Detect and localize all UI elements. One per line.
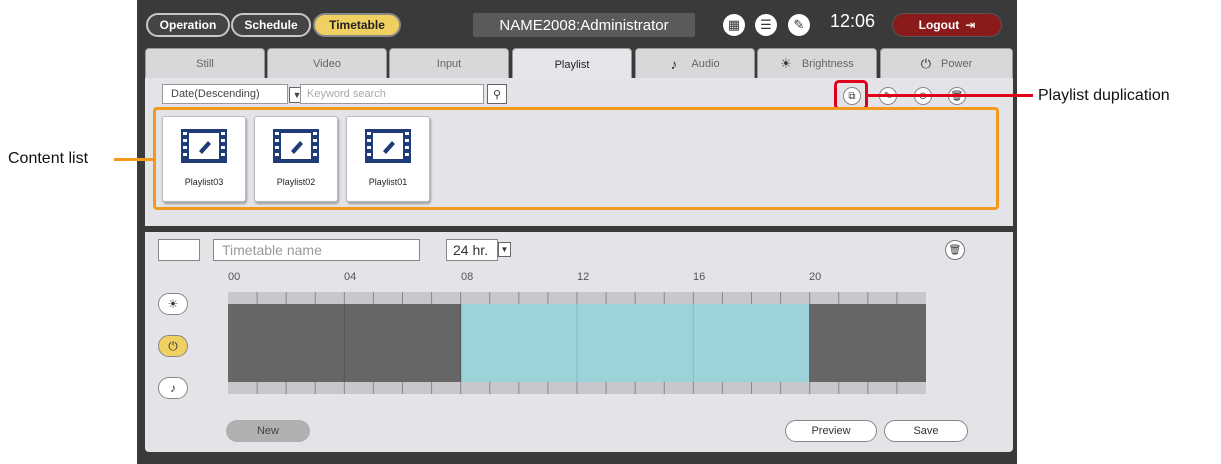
content-list-pointer [114,158,154,161]
tab-bar: Still Video Input Playlist ♪ Audio ☀ Bri… [145,48,1013,80]
note-icon: ♪ [670,55,678,72]
logout-label: Logout [918,18,960,32]
playlist-name: Playlist02 [276,177,316,187]
playlist-card[interactable]: Playlist02 [254,116,338,202]
logout-icon: ⇥ [965,18,976,32]
sun-icon: ☀ [780,55,792,71]
power-icon: ⏻ [168,338,178,353]
playlist-duplication-callout: Playlist duplication [1038,87,1170,104]
playlist-name: Playlist03 [184,177,224,187]
tab-still[interactable]: Still [145,48,265,78]
playlist-card[interactable]: Playlist01 [346,116,430,202]
timeline-active-segment [460,304,810,382]
hour-format-select[interactable]: 24 hr. [446,239,498,261]
tab-brightness[interactable]: ☀ Brightness [757,48,877,78]
duplication-pointer [868,94,1033,97]
audio-row-button[interactable]: ♪ [158,377,188,399]
sort-value: Date(Descending) [171,88,260,100]
search-icon[interactable]: ⚲ [487,84,507,104]
tab-power[interactable]: ⏻ Power [880,48,1013,78]
power-row-button[interactable]: ⏻ [158,335,188,357]
display-icon[interactable]: ▦ [723,14,745,36]
playlist-film-icon [181,129,227,163]
hour-label: 20 [809,271,822,283]
new-button[interactable]: New [226,420,310,442]
tab-audio-label: Audio [691,57,720,70]
playlist-name: Playlist01 [368,177,408,187]
timetable-name-input[interactable]: Timetable name [213,239,420,261]
preview-button[interactable]: Preview [785,420,877,442]
playlist-film-icon [365,129,411,163]
power-icon: ⏻ [920,55,932,71]
sun-icon: ☀ [167,297,179,311]
timetable-button[interactable]: Timetable [313,13,401,37]
trash-icon[interactable]: 🗑 [945,240,965,260]
save-button[interactable]: Save [884,420,968,442]
playlist-card[interactable]: Playlist03 [162,116,246,202]
timeline-inactive-segment [809,304,926,382]
hour-label: 16 [693,271,706,283]
timetable-color-box[interactable] [158,239,200,261]
hour-label: 04 [344,271,357,283]
chevron-down-icon[interactable]: ▼ [498,242,511,257]
tab-audio[interactable]: ♪ Audio [635,48,755,78]
tab-input[interactable]: Input [389,48,509,78]
search-input[interactable]: Keyword search [300,84,484,104]
wrench-icon[interactable]: ✎ [788,14,810,36]
account-name: NAME2008:Administrator [473,13,695,37]
playlist-film-icon [273,129,319,163]
schedule-button[interactable]: Schedule [231,13,311,37]
tab-power-label: Power [941,57,973,70]
hour-label: 00 [228,271,241,283]
tab-brightness-label: Brightness [801,57,854,70]
list-icon[interactable]: ☰ [755,14,777,36]
brightness-row-button[interactable]: ☀ [158,293,188,315]
logout-button[interactable]: Logout ⇥ [892,13,1002,37]
tab-playlist[interactable]: Playlist [512,48,632,80]
note-icon: ♪ [170,381,176,395]
operation-button[interactable]: Operation [146,13,230,37]
sort-select[interactable]: Date(Descending) ▼ [162,84,305,104]
duplicate-highlight [834,80,868,110]
clock: 12:06 [830,11,876,31]
tab-video[interactable]: Video [267,48,387,78]
hour-label: 08 [461,271,474,283]
timeline[interactable] [228,292,926,394]
content-list-callout: Content list [8,150,89,167]
hour-label: 12 [577,271,590,283]
